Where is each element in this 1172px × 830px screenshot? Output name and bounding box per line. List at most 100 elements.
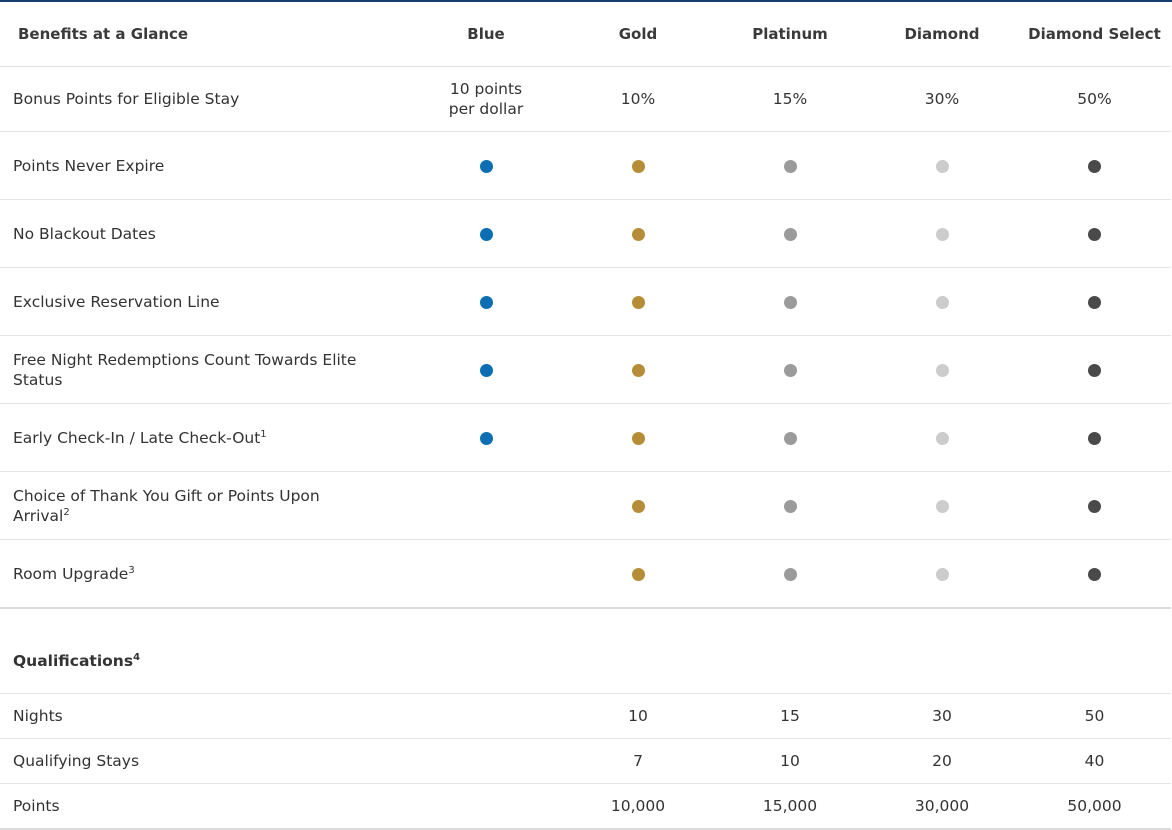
qualification-value-blue [410, 783, 562, 830]
benefit-row: Free Night Redemptions Count Towards Eli… [0, 335, 1171, 404]
benefit-label: Choice of Thank You Gift or Points Upon … [0, 471, 410, 540]
cell-gold [562, 131, 714, 200]
diamond-select-dot-icon [1088, 227, 1101, 241]
cell-diamond [866, 267, 1018, 336]
benefit-row: Exclusive Reservation Line [0, 267, 1171, 336]
benefit-row: No Blackout Dates [0, 199, 1171, 268]
cell-platinum [714, 267, 866, 336]
header-row: Benefits at a Glance Blue Gold Platinum … [0, 2, 1171, 67]
cell-blue [410, 335, 562, 404]
qualification-row-stays: Qualifying Stays 7 10 20 40 [0, 738, 1171, 784]
benefit-row: Points Never Expire [0, 131, 1171, 200]
platinum-dot-icon [783, 567, 797, 581]
tier-header-gold: Gold [562, 2, 714, 67]
benefit-row: Choice of Thank You Gift or Points Upon … [0, 471, 1171, 540]
qualifications-title-text: Qualifications [13, 652, 134, 670]
tier-header-diamond-select: Diamond Select [1018, 2, 1171, 67]
diamond-dot-icon [935, 431, 949, 445]
benefit-label: No Blackout Dates [0, 199, 410, 268]
qualification-value-gold: 10 [562, 693, 714, 739]
gold-dot-icon [631, 567, 645, 581]
qualification-value-diamond-select: 50,000 [1018, 783, 1171, 830]
gold-dot-icon [631, 499, 645, 513]
diamond-select-dot-icon [1088, 295, 1101, 309]
footnote-marker: 1 [260, 428, 267, 440]
qualification-value-diamond-select: 50 [1018, 693, 1171, 739]
qualifications-header-row: Qualifications4 [0, 608, 1171, 694]
benefit-label-text: Choice of Thank You Gift or Points Upon … [13, 486, 320, 525]
platinum-dot-icon [783, 295, 797, 309]
qualification-value-platinum: 15,000 [714, 783, 866, 830]
benefit-label-text: Early Check-In / Late Check-Out [13, 428, 261, 447]
cell-diamond-select [1018, 335, 1171, 404]
qualification-value-blue [410, 693, 562, 739]
cell-diamond [866, 403, 1018, 472]
qualification-value-blue [410, 738, 562, 784]
diamond-select-dot-icon [1088, 363, 1101, 377]
benefit-label-text: Free Night Redemptions Count Towards Eli… [13, 350, 357, 389]
benefit-label: Points Never Expire [0, 131, 410, 200]
cell-gold [562, 335, 714, 404]
diamond-dot-icon [935, 295, 949, 309]
benefit-value-gold: 10% [562, 66, 714, 132]
benefit-label: Free Night Redemptions Count Towards Eli… [0, 335, 410, 404]
benefit-label: Bonus Points for Eligible Stay [0, 66, 410, 132]
cell-blue [410, 267, 562, 336]
benefit-label: Room Upgrade3 [0, 539, 410, 609]
blue-dot-icon [479, 431, 493, 445]
benefit-label-text: Points Never Expire [13, 156, 165, 175]
cell-diamond [866, 335, 1018, 404]
cell-gold [562, 471, 714, 540]
benefit-value-diamond-select: 50% [1018, 66, 1171, 132]
qualification-value-diamond: 20 [866, 738, 1018, 784]
blue-dot-icon [479, 363, 493, 377]
cell-diamond-select [1018, 539, 1171, 609]
tier-header-blue: Blue [410, 2, 562, 67]
benefit-label: Early Check-In / Late Check-Out1 [0, 403, 410, 472]
cell-platinum [714, 131, 866, 200]
qualification-value-gold: 10,000 [562, 783, 714, 830]
cell-diamond-select [1018, 199, 1171, 268]
diamond-dot-icon [935, 499, 949, 513]
diamond-select-dot-icon [1088, 499, 1101, 513]
tier-header-platinum: Platinum [714, 2, 866, 67]
diamond-dot-icon [935, 227, 949, 241]
qualification-value-diamond-select: 40 [1018, 738, 1171, 784]
blue-dot-icon [479, 159, 493, 173]
cell-platinum [714, 335, 866, 404]
benefit-row: Room Upgrade3 [0, 539, 1171, 609]
cell-platinum [714, 403, 866, 472]
qualification-row-points: Points 10,000 15,000 30,000 50,000 [0, 783, 1171, 830]
cell-diamond-select [1018, 403, 1171, 472]
cell-gold [562, 199, 714, 268]
cell-blue [410, 539, 562, 609]
cell-platinum [714, 199, 866, 268]
cell-gold [562, 539, 714, 609]
cell-diamond-select [1018, 131, 1171, 200]
footnote-marker: 4 [133, 652, 141, 663]
diamond-select-dot-icon [1088, 159, 1101, 173]
cell-blue [410, 131, 562, 200]
cell-platinum [714, 539, 866, 609]
platinum-dot-icon [783, 499, 797, 513]
cell-platinum [714, 471, 866, 540]
qualification-value-diamond: 30,000 [866, 783, 1018, 830]
benefit-value-blue: 10 points per dollar [410, 66, 562, 132]
cell-blue [410, 471, 562, 540]
blue-dot-icon [479, 295, 493, 309]
benefit-value-diamond: 30% [866, 66, 1018, 132]
diamond-dot-icon [935, 567, 949, 581]
benefit-value-platinum: 15% [714, 66, 866, 132]
blue-dot-icon [479, 227, 493, 241]
cell-gold [562, 403, 714, 472]
footnote-marker: 3 [128, 564, 135, 576]
qualification-label: Nights [0, 693, 410, 739]
cell-gold [562, 267, 714, 336]
cell-blue [410, 403, 562, 472]
qualification-label: Qualifying Stays [0, 738, 410, 784]
cell-diamond-select [1018, 267, 1171, 336]
benefit-label: Exclusive Reservation Line [0, 267, 410, 336]
platinum-dot-icon [783, 159, 797, 173]
benefit-row: Early Check-In / Late Check-Out1 [0, 403, 1171, 472]
benefit-label-text: No Blackout Dates [13, 224, 156, 243]
